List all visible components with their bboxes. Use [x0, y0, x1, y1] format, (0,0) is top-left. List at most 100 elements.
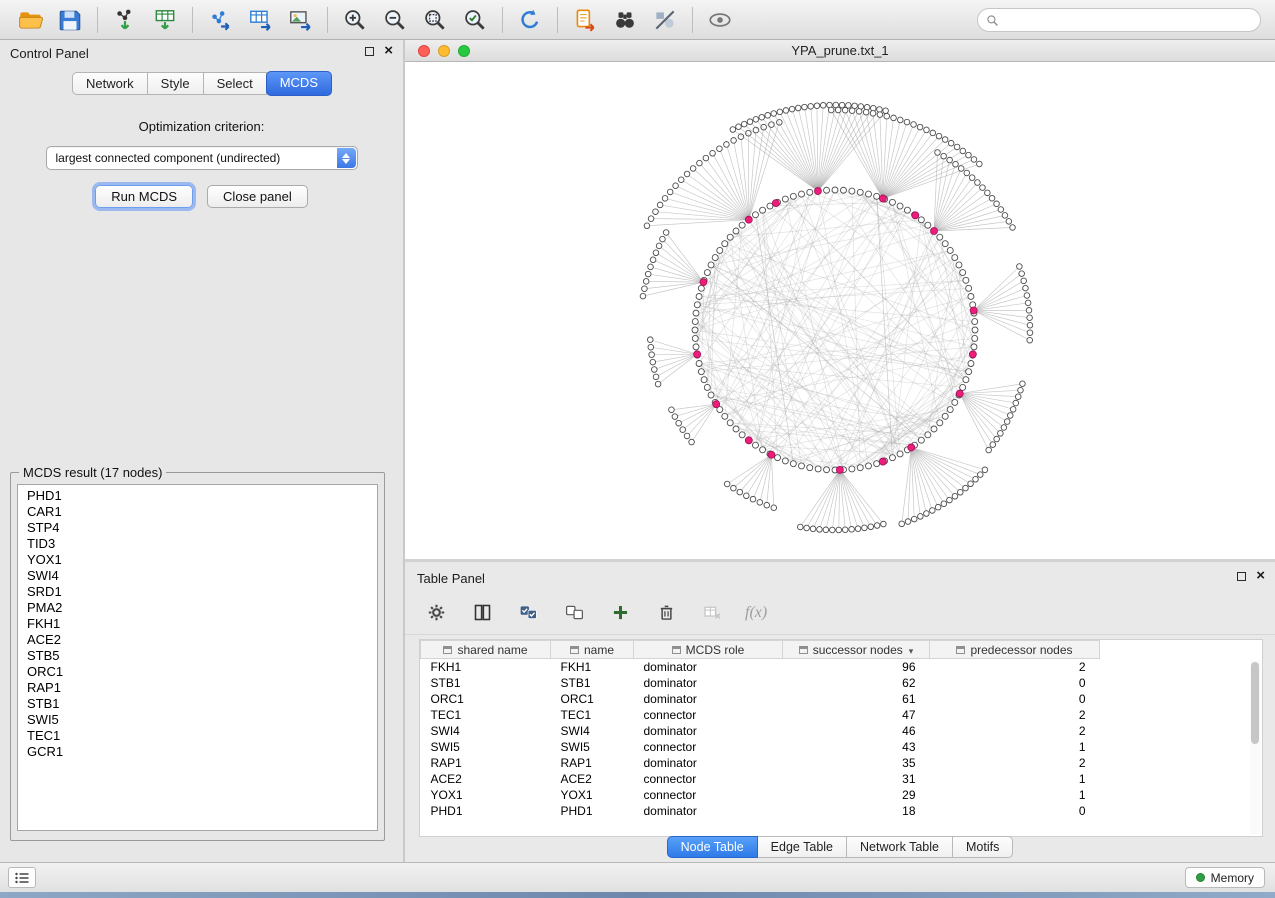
- table-row[interactable]: PHD1PHD1dominator180: [421, 803, 1100, 819]
- export-table-button[interactable]: [240, 4, 280, 36]
- table-settings-button[interactable]: [423, 600, 449, 626]
- mcds-result-item[interactable]: GCR1: [18, 744, 377, 760]
- table-scrollbar[interactable]: [1250, 660, 1261, 834]
- column-header-name[interactable]: name: [551, 641, 634, 659]
- close-window-button[interactable]: [418, 45, 430, 57]
- hide-annotations-button[interactable]: [645, 4, 685, 36]
- minimize-window-button[interactable]: [438, 45, 450, 57]
- close-panel-action-button[interactable]: Close panel: [207, 185, 308, 208]
- import-network-file-button[interactable]: [105, 4, 145, 36]
- refresh-icon: [517, 7, 543, 33]
- table-cell: dominator: [634, 755, 783, 771]
- table-row[interactable]: FKH1FKH1dominator962: [421, 659, 1100, 675]
- document-share-button[interactable]: [565, 4, 605, 36]
- close-panel-button[interactable]: ×: [384, 45, 393, 57]
- delete-column-button[interactable]: [653, 600, 679, 626]
- search-input[interactable]: [1004, 13, 1252, 27]
- panel-menu-button[interactable]: [8, 867, 36, 888]
- scrollbar-thumb[interactable]: [1251, 662, 1259, 744]
- table-panel-header: Table Panel ×: [405, 565, 1275, 591]
- network-window-title: YPA_prune.txt_1: [405, 40, 1275, 61]
- table-cell: 0: [930, 691, 1100, 707]
- tab-select[interactable]: Select: [204, 72, 267, 95]
- table-row[interactable]: RAP1RAP1dominator352: [421, 755, 1100, 771]
- mcds-result-item[interactable]: TEC1: [18, 728, 377, 744]
- add-column-button[interactable]: [607, 600, 633, 626]
- table-cell: 1: [930, 771, 1100, 787]
- binoculars-button[interactable]: [605, 4, 645, 36]
- search-icon: [986, 14, 999, 27]
- network-canvas[interactable]: [405, 62, 1275, 561]
- table-row[interactable]: YOX1YOX1connector291: [421, 787, 1100, 803]
- export-network-button[interactable]: [200, 4, 240, 36]
- mcds-result-item[interactable]: STB1: [18, 696, 377, 712]
- column-header-mcds-role[interactable]: MCDS role: [634, 641, 783, 659]
- table-cell: 1: [930, 787, 1100, 803]
- table-row[interactable]: SWI4SWI4dominator462: [421, 723, 1100, 739]
- save-session-button[interactable]: [50, 4, 90, 36]
- mcds-result-item[interactable]: SWI4: [18, 568, 377, 584]
- memory-button[interactable]: Memory: [1185, 867, 1265, 888]
- table-cell: connector: [634, 707, 783, 723]
- mcds-result-item[interactable]: RAP1: [18, 680, 377, 696]
- zoom-fit-icon: [422, 7, 448, 33]
- mcds-result-item[interactable]: PMA2: [18, 600, 377, 616]
- tab-edge-table[interactable]: Edge Table: [758, 836, 847, 858]
- table-cell: connector: [634, 787, 783, 803]
- zoom-fit-button[interactable]: [415, 4, 455, 36]
- zoom-window-button[interactable]: [458, 45, 470, 57]
- mcds-result-item[interactable]: SWI5: [18, 712, 377, 728]
- toolbar-separator: [327, 7, 328, 33]
- open-session-button[interactable]: [10, 4, 50, 36]
- export-image-button[interactable]: [280, 4, 320, 36]
- table-row[interactable]: STB1STB1dominator620: [421, 675, 1100, 691]
- mcds-result-item[interactable]: SRD1: [18, 584, 377, 600]
- tab-motifs[interactable]: Motifs: [953, 836, 1013, 858]
- select-all-rows-button[interactable]: [515, 600, 541, 626]
- column-attr-icon: [443, 646, 452, 654]
- show-columns-button[interactable]: [469, 600, 495, 626]
- clear-function-button[interactable]: [699, 600, 725, 626]
- mcds-result-item[interactable]: CAR1: [18, 504, 377, 520]
- table-row[interactable]: TEC1TEC1connector472: [421, 707, 1100, 723]
- run-mcds-button[interactable]: Run MCDS: [95, 185, 193, 208]
- mcds-result-item[interactable]: ACE2: [18, 632, 377, 648]
- tab-network-table[interactable]: Network Table: [847, 836, 953, 858]
- table-row[interactable]: SWI5SWI5connector431: [421, 739, 1100, 755]
- function-builder-button[interactable]: f(x): [745, 604, 767, 622]
- floppy-disk-icon: [57, 7, 83, 33]
- mcds-result-item[interactable]: ORC1: [18, 664, 377, 680]
- mcds-result-item[interactable]: FKH1: [18, 616, 377, 632]
- float-table-panel-button[interactable]: [1237, 572, 1246, 581]
- refresh-network-button[interactable]: [510, 4, 550, 36]
- eye-button[interactable]: [700, 4, 740, 36]
- table-row[interactable]: ACE2ACE2connector311: [421, 771, 1100, 787]
- zoom-in-button[interactable]: [335, 4, 375, 36]
- table-cell: RAP1: [421, 755, 551, 771]
- float-panel-button[interactable]: [365, 47, 374, 56]
- column-label: name: [584, 643, 614, 657]
- mcds-result-item[interactable]: STP4: [18, 520, 377, 536]
- import-table-file-button[interactable]: [145, 4, 185, 36]
- tab-style[interactable]: Style: [148, 72, 204, 95]
- zoom-out-button[interactable]: [375, 4, 415, 36]
- column-header-predecessor-nodes[interactable]: predecessor nodes: [930, 641, 1100, 659]
- mcds-result-item[interactable]: STB5: [18, 648, 377, 664]
- column-header-successor-nodes[interactable]: successor nodes▾: [783, 641, 930, 659]
- zoom-selected-button[interactable]: [455, 4, 495, 36]
- memory-label: Memory: [1211, 871, 1254, 885]
- column-header-shared-name[interactable]: shared name: [421, 641, 551, 659]
- mcds-result-item[interactable]: TID3: [18, 536, 377, 552]
- chevron-down-icon[interactable]: ▾: [909, 646, 914, 656]
- table-row[interactable]: ORC1ORC1dominator610: [421, 691, 1100, 707]
- column-attr-icon: [570, 646, 579, 654]
- mcds-result-item[interactable]: PHD1: [18, 488, 377, 504]
- tab-mcds[interactable]: MCDS: [266, 71, 332, 96]
- table-cell: connector: [634, 739, 783, 755]
- tab-network[interactable]: Network: [72, 72, 148, 95]
- mcds-result-item[interactable]: YOX1: [18, 552, 377, 568]
- criterion-select[interactable]: largest connected component (undirected): [46, 146, 358, 170]
- deselect-all-rows-button[interactable]: [561, 600, 587, 626]
- tab-node-table[interactable]: Node Table: [667, 836, 758, 858]
- close-table-panel-button[interactable]: ×: [1256, 570, 1265, 582]
